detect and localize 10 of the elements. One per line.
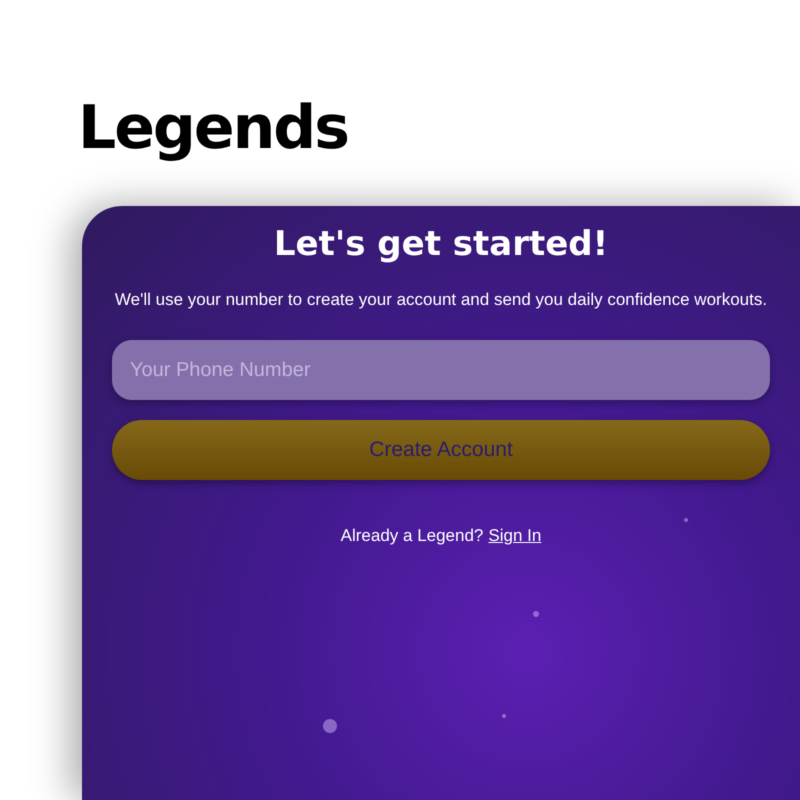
sign-in-link[interactable]: Sign In (488, 526, 542, 546)
sparkle (502, 714, 506, 718)
sparkle (533, 611, 539, 617)
sparkle (323, 719, 337, 733)
card-title: Let's get started! (274, 224, 608, 264)
signin-prompt-text: Already a Legend? (340, 526, 484, 546)
phone-input-field[interactable]: Your Phone Number (112, 340, 770, 400)
description-text: We'll use your number to create your account and send you daily confidence workouts. (114, 289, 768, 311)
sparkle (684, 518, 688, 522)
logo-text: Legends (78, 92, 348, 165)
